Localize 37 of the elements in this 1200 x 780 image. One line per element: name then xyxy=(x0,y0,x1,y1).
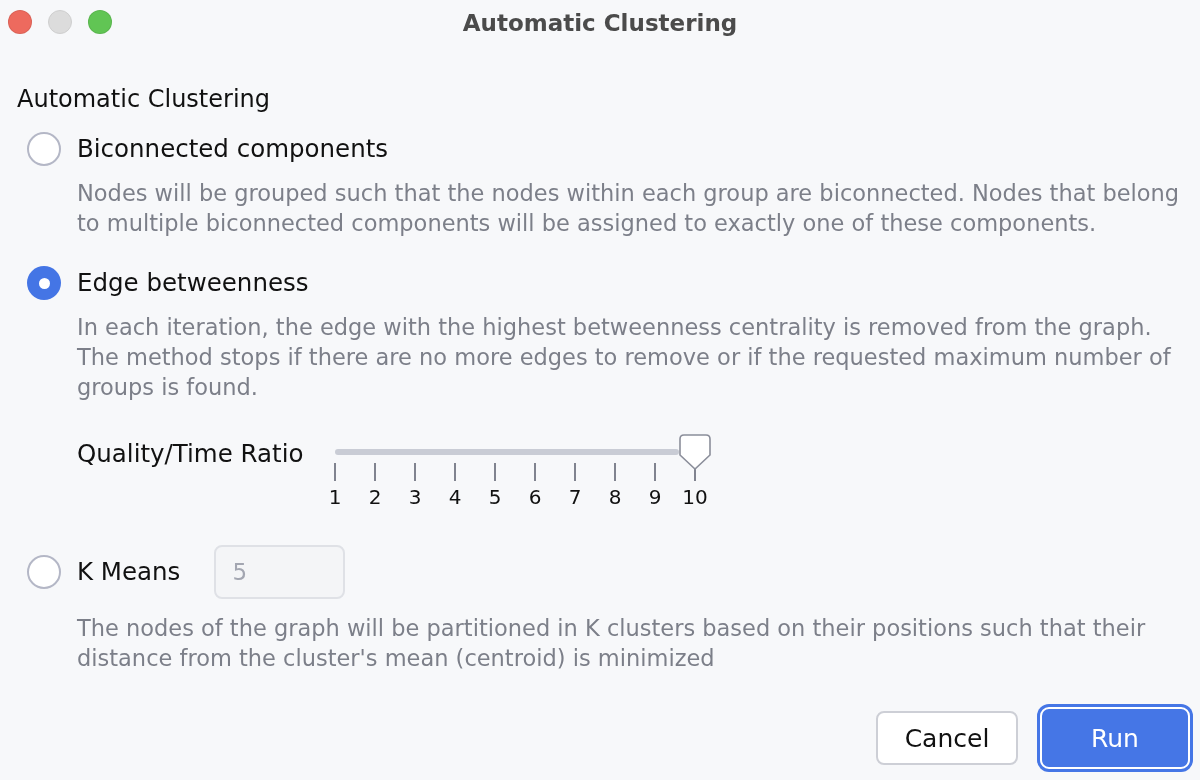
tick-mark xyxy=(334,463,336,481)
tick-mark xyxy=(574,463,576,481)
option-label[interactable]: Biconnected components xyxy=(77,134,389,164)
tick-mark xyxy=(534,463,536,481)
tick-label: 4 xyxy=(448,485,462,509)
option-label[interactable]: K Means xyxy=(77,557,181,587)
slider-label: Quality/Time Ratio xyxy=(77,441,305,467)
tick-label: 1 xyxy=(328,485,342,509)
tick-label: 9 xyxy=(648,485,662,509)
close-button[interactable] xyxy=(8,10,32,34)
tick-label: 6 xyxy=(528,485,542,509)
tick-label: 3 xyxy=(408,485,422,509)
group-title: Automatic Clustering xyxy=(17,84,270,114)
option-description: Nodes will be grouped such that the nodes within each group are biconnected. Nodes that belong to multiple biconnected components will be assigned to exactly one of these components. xyxy=(77,179,1181,238)
slider-thumb[interactable] xyxy=(679,434,711,470)
window-title: Automatic Clustering xyxy=(462,10,738,36)
radio-button[interactable] xyxy=(27,266,61,300)
dialog-button[interactable]: Cancel xyxy=(876,711,1018,765)
tick-label: 7 xyxy=(568,485,582,509)
tick-mark xyxy=(654,463,656,481)
radio-button[interactable] xyxy=(27,132,61,166)
tick-label: 5 xyxy=(488,485,502,509)
slider-track[interactable] xyxy=(335,449,679,455)
option-label[interactable]: Edge betweenness xyxy=(77,268,309,298)
tick-mark xyxy=(614,463,616,481)
tick-mark xyxy=(454,463,456,481)
tick-mark xyxy=(374,463,376,481)
tick-label: 8 xyxy=(608,485,622,509)
tick-label: 2 xyxy=(368,485,382,509)
zoom-button[interactable] xyxy=(88,10,112,34)
tick-label: 10 xyxy=(682,485,708,509)
tick-mark xyxy=(414,463,416,481)
radio-button[interactable] xyxy=(27,555,61,589)
primary-button[interactable]: Run xyxy=(1040,707,1190,769)
option-description: The nodes of the graph will be partitioned in K clusters based on their positions such that their distance from the cluster's mean (centroid) is minimized xyxy=(77,614,1147,673)
tick-mark xyxy=(494,463,496,481)
option-description: In each iteration, the edge with the highest betweenness centrality is removed from the graph. The method stops if there are no more edges to remove or if the requested maximum number of groups is found. xyxy=(77,313,1172,402)
